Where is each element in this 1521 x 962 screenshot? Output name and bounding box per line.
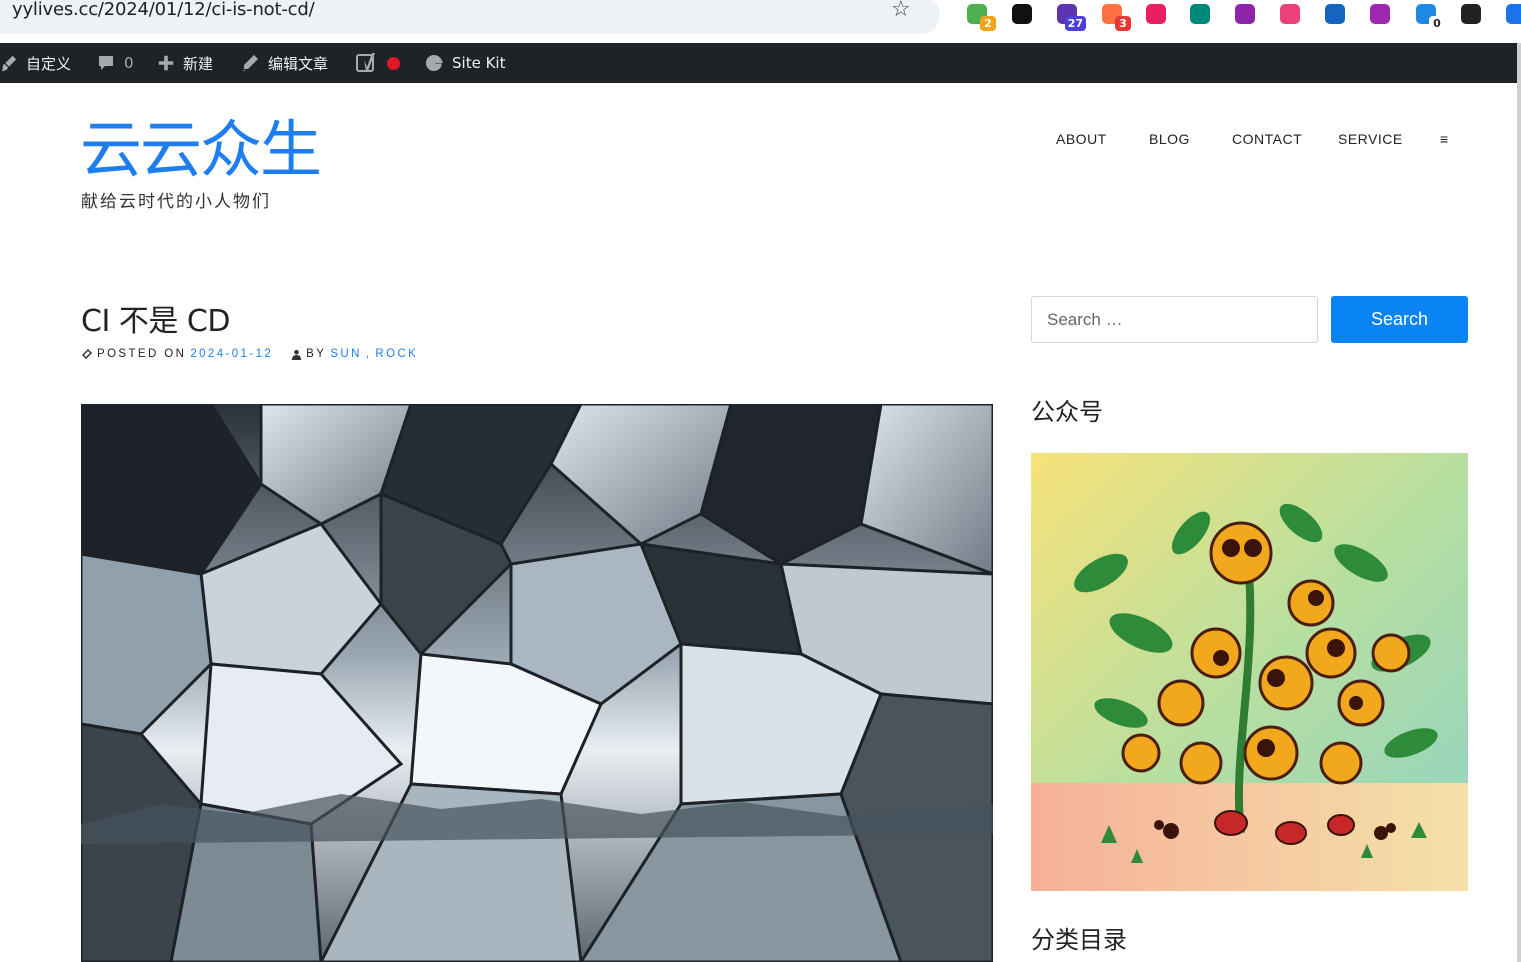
search-input[interactable] [1031,296,1318,343]
extension-badge: 3 [1115,16,1131,31]
admin-customize[interactable]: 自定义 [0,43,71,83]
author-icon [292,349,302,360]
translate-icon-glyph [1146,4,1166,24]
nav-menu-toggle-icon[interactable]: ≡ [1440,131,1449,147]
url-text[interactable]: yylives.cc/2024/01/12/ci-is-not-cd/ [12,0,315,20]
admin-yoast[interactable] [355,43,400,83]
wp-admin-bar: 自定义 0 新建 编辑文章 Site Kit [0,43,1521,83]
by-label: BY [306,348,327,360]
admin-comments-count: 0 [124,54,134,72]
post-meta: POSTED ON 2024-01-12 BY SUN, ROCK [81,348,418,360]
extension-6-icon-glyph [1190,4,1210,24]
extension-9-icon[interactable] [1322,2,1348,28]
extension-badge: 0 [1429,16,1445,31]
extension-7-icon-glyph [1235,4,1255,24]
notion-icon[interactable] [1009,2,1035,28]
seo-status-dot-icon [387,56,400,70]
nav-about[interactable]: ABOUT [1056,131,1107,147]
post-title: CI 不是 CD [81,304,230,339]
scrollbar[interactable] [1517,43,1521,962]
site-title[interactable]: 云云众生 [80,112,322,188]
extension-12-icon-glyph [1461,4,1481,24]
address-bar[interactable]: s yylives.cc/2024/01/12/ci-is-not-cd/ ☆ [0,0,940,34]
yoast-icon [356,53,375,72]
wechat-widget-title: 公众号 [1031,398,1103,426]
browser-toolbar: s yylives.cc/2024/01/12/ci-is-not-cd/ ☆ … [0,0,1521,43]
paintbrush-icon [1,55,17,72]
extension-badge: 2 [980,16,996,31]
google-g-icon [425,54,443,71]
nav-contact[interactable]: CONTACT [1232,131,1302,147]
extension-13-icon[interactable] [1503,2,1521,28]
author-separator: , [365,348,372,360]
extension-12-icon[interactable] [1458,2,1484,28]
admin-sitekit-label: Site Kit [452,54,506,72]
extension-9-icon-glyph [1325,4,1345,24]
admin-edit-post[interactable]: 编辑文章 [240,43,328,83]
extension-7-icon[interactable] [1232,2,1258,28]
notion-icon-glyph [1012,4,1032,24]
site-description: 献给云时代的小人物们 [81,192,271,212]
openai-icon-glyph [1370,4,1390,24]
comment-bubble-icon [99,56,113,70]
author-link-sun[interactable]: SUN [330,348,361,360]
pencil-icon [243,55,258,71]
extension-3-icon[interactable]: 27 [1054,2,1086,31]
featured-image [81,404,993,962]
bookmark-star-icon[interactable]: ☆ [891,0,911,22]
extension-1-icon[interactable]: 2 [964,2,996,31]
wechat-qr-art-image [1031,453,1468,891]
categories-widget-title: 分类目录 [1031,926,1127,954]
extension-8-icon[interactable] [1277,2,1303,28]
post-date-link[interactable]: 2024-01-12 [190,348,273,360]
admin-customize-label: 自定义 [26,54,72,73]
author-link-rock[interactable]: ROCK [375,348,418,360]
plus-icon [158,55,174,71]
nav-service[interactable]: SERVICE [1338,131,1403,147]
admin-sitekit[interactable]: Site Kit [424,43,505,83]
admin-new-label: 新建 [183,54,214,73]
extension-4-icon[interactable]: 3 [1099,2,1131,31]
admin-comments[interactable]: 0 [96,43,134,83]
link-icon [82,349,92,359]
posted-on-label: POSTED ON [97,348,187,360]
admin-edit-post-label: 编辑文章 [268,54,329,73]
extension-13-icon-glyph [1506,4,1521,24]
admin-new[interactable]: 新建 [157,43,213,83]
extension-6-icon[interactable] [1187,2,1213,28]
extension-8-icon-glyph [1280,4,1300,24]
translate-icon[interactable] [1143,2,1169,28]
openai-icon[interactable] [1367,2,1393,28]
search-button[interactable]: Search [1331,296,1468,343]
extension-11-icon[interactable]: 0 [1413,2,1445,31]
extension-badge: 27 [1064,16,1086,31]
nav-blog[interactable]: BLOG [1149,131,1190,147]
